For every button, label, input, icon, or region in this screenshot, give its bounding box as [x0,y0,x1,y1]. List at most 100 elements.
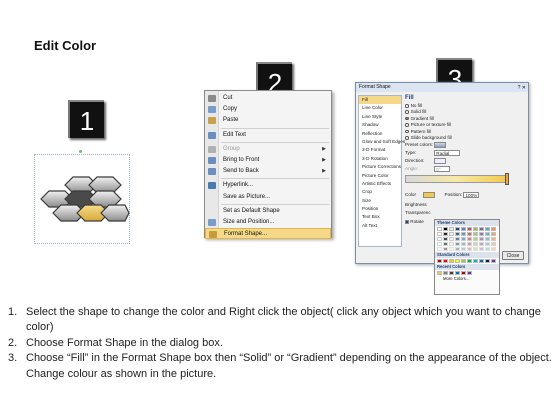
color-swatch[interactable] [485,259,490,263]
color-swatch[interactable] [491,237,496,241]
color-swatch[interactable] [449,271,454,275]
color-swatch[interactable] [473,232,478,236]
color-swatch[interactable] [437,247,442,251]
color-swatch[interactable] [479,237,484,241]
color-swatch[interactable] [443,232,448,236]
color-swatch[interactable] [461,271,466,275]
nav-item-line-style[interactable]: Line Style [359,113,401,121]
menu-item-edit-text[interactable]: Edit Text [205,130,331,141]
color-swatch[interactable] [461,242,466,246]
direction-dropdown[interactable] [434,158,447,165]
nav-item-line-color[interactable]: Line Color [359,104,401,112]
color-dropdown[interactable] [423,191,436,198]
color-swatch[interactable] [437,271,442,275]
nav-item-reflection[interactable]: Reflection [359,130,401,138]
color-swatch[interactable] [449,242,454,246]
menu-item-set-as-default-shape[interactable]: Set as Default Shape [205,206,331,217]
color-swatch[interactable] [479,242,484,246]
color-swatch[interactable] [479,232,484,236]
color-swatch[interactable] [491,232,496,236]
menu-item-format-shape[interactable]: Format Shape... [205,228,331,240]
color-swatch[interactable] [455,271,460,275]
hexagon-shape-group[interactable] [34,154,130,244]
color-swatch[interactable] [443,237,448,241]
close-button[interactable]: Close [502,251,524,260]
color-swatch[interactable] [485,247,490,251]
nav-item-text-box[interactable]: Text Box [359,213,401,221]
color-swatch[interactable] [473,247,478,251]
color-swatch[interactable] [479,227,484,231]
color-swatch[interactable] [461,227,466,231]
color-swatch[interactable] [467,232,472,236]
menu-item-bring-to-front[interactable]: Bring to Front ▶ [205,155,331,166]
color-swatch[interactable] [455,242,460,246]
color-swatch[interactable] [449,227,454,231]
menu-item-save-as-picture[interactable]: Save as Picture... [205,192,331,203]
dialog-window-controls[interactable]: ? ✕ [518,84,526,93]
color-swatch[interactable] [437,242,442,246]
color-swatch[interactable] [485,227,490,231]
color-swatch[interactable] [485,242,490,246]
nav-item-picture-corrections[interactable]: Picture Corrections [359,163,401,171]
color-swatch[interactable] [473,227,478,231]
color-swatch[interactable] [461,232,466,236]
color-swatch[interactable] [455,259,460,263]
color-swatch[interactable] [437,232,442,236]
color-swatch[interactable] [437,259,442,263]
color-swatch[interactable] [479,247,484,251]
menu-item-hyperlink[interactable]: Hyperlink... [205,180,331,191]
angle-input[interactable]: 0° [434,166,451,173]
nav-item-3-d-rotation[interactable]: 3-D Rotation [359,155,401,163]
color-swatch[interactable] [473,259,478,263]
nav-item-glow-and-soft-edges[interactable]: Glow and Soft Edges [359,138,405,146]
color-swatch[interactable] [479,259,484,263]
radio-button[interactable] [405,129,409,134]
color-swatch[interactable] [491,259,496,263]
nav-item-3-d-format[interactable]: 3-D Format [359,146,401,154]
menu-item-send-to-back[interactable]: Send to Back ▶ [205,166,331,177]
color-swatch[interactable] [455,232,460,236]
menu-item-cut[interactable]: Cut [205,93,331,104]
color-swatch[interactable] [443,242,448,246]
menu-item-paste[interactable]: Paste [205,115,331,126]
radio-button[interactable] [405,116,409,121]
position-input[interactable]: 100% [463,191,480,198]
menu-item-group[interactable]: Group ▶ [205,144,331,155]
color-swatch[interactable] [449,232,454,236]
color-swatch[interactable] [437,227,442,231]
nav-item-fill[interactable]: Fill [359,96,401,105]
color-swatch[interactable] [455,227,460,231]
color-swatch[interactable] [455,247,460,251]
color-swatch[interactable] [443,271,448,275]
radio-button[interactable] [405,110,409,114]
menu-item-copy[interactable]: Copy [205,104,331,115]
nav-item-shadow[interactable]: Shadow [359,121,401,129]
radio-button[interactable] [405,123,409,127]
color-swatch[interactable] [449,259,454,263]
color-swatch[interactable] [467,227,472,231]
rotation-handle[interactable] [79,150,82,153]
color-swatch[interactable] [485,232,490,236]
nav-item-crop[interactable]: Crop [359,188,401,196]
color-swatch[interactable] [467,247,472,251]
color-swatch[interactable] [437,237,442,241]
type-dropdown[interactable]: Radial [434,150,461,157]
nav-item-artistic-effects[interactable]: Artistic Effects [359,180,401,188]
color-swatch[interactable] [449,237,454,241]
color-swatch[interactable] [491,242,496,246]
color-swatch[interactable] [461,237,466,241]
rotate-checkbox[interactable] [405,219,409,224]
more-colors-item[interactable]: More Colors... [435,276,499,282]
color-swatch[interactable] [455,237,460,241]
nav-item-picture-color[interactable]: Picture Color [359,172,401,180]
nav-item-position[interactable]: Position [359,205,401,213]
color-swatch[interactable] [473,237,478,241]
color-swatch[interactable] [443,247,448,251]
gradient-stop-handle[interactable] [505,173,509,185]
color-swatch[interactable] [491,247,496,251]
nav-item-alt-text[interactable]: Alt Text [359,222,401,230]
color-swatch[interactable] [461,259,466,263]
nav-item-size[interactable]: Size [359,197,401,205]
color-swatch[interactable] [467,271,472,275]
color-swatch[interactable] [467,242,472,246]
